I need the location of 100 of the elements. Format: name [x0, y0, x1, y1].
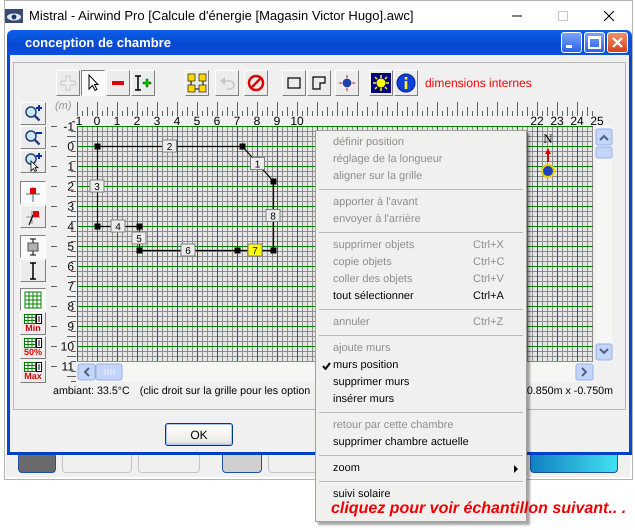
ruler-number: 9 — [67, 320, 74, 334]
ruler-number: 1 — [114, 114, 120, 128]
sun-icon — [371, 73, 391, 93]
wall-label[interactable]: 2 — [162, 140, 177, 153]
zoom-out-button[interactable] — [20, 126, 46, 149]
menu-item[interactable]: tout sélectionner Ctrl+A — [316, 288, 526, 305]
ruler-number: 3 — [154, 114, 160, 128]
shortcut-text: Ctrl+C — [473, 255, 504, 270]
app-icon — [5, 8, 23, 22]
minimize-button[interactable] — [561, 32, 582, 53]
menu-item[interactable]: insérer murs — [316, 391, 526, 408]
ruler-number: 25 — [590, 114, 604, 128]
sun-button[interactable] — [369, 70, 393, 96]
ruler-number: 10 — [290, 114, 304, 128]
compass-icon — [337, 73, 357, 93]
vertical-scrollbar[interactable] — [596, 126, 612, 361]
cursor-position: 0.850m x -0.750m — [526, 385, 613, 397]
hint-text: (clic droit sur la grille pour les option — [140, 385, 310, 397]
corner-handle[interactable] — [270, 248, 276, 254]
grid-icon — [24, 338, 42, 348]
menu-item[interactable]: zoom — [316, 460, 526, 477]
zoom-cursor-icon — [23, 152, 43, 172]
north-arrow-icon — [541, 148, 555, 178]
shortcut-text: Ctrl+X — [473, 238, 504, 253]
corner-handle[interactable] — [136, 224, 142, 230]
zoom-out-icon — [23, 128, 43, 148]
ruler-number: 8 — [254, 114, 260, 128]
remove-button[interactable] — [106, 70, 130, 96]
wall-length-button[interactable] — [20, 259, 46, 282]
info-button[interactable] — [394, 70, 418, 96]
ok-button[interactable]: OK — [165, 423, 233, 446]
wall-label[interactable]: 4 — [110, 220, 126, 233]
promo-link[interactable]: cliquez pour voir échantillon suivant.. . — [331, 500, 626, 517]
pointer-button[interactable] — [81, 70, 105, 96]
ambient-temperature: ambiant: 33.5°C — [53, 385, 130, 397]
grid-size-button[interactable]: Max — [20, 360, 46, 383]
numbering-button[interactable] — [185, 70, 209, 96]
grid-icon — [23, 290, 43, 310]
wall-height-button[interactable] — [20, 235, 46, 258]
wall-label[interactable]: 8 — [266, 209, 280, 222]
window-title: Mistral - Airwind Pro [Calcule d'énergie [Magasin Victor Hugo].awc] — [29, 8, 414, 23]
rectangle-button[interactable] — [282, 70, 306, 96]
wall-label[interactable]: 3 — [90, 180, 104, 193]
unit-label: (m) — [55, 100, 72, 112]
compass-button[interactable] — [335, 70, 359, 96]
maximize-button[interactable] — [584, 32, 605, 53]
ruler-number: 2 — [67, 180, 74, 194]
corner-handle[interactable] — [136, 248, 142, 254]
close-icon — [611, 36, 624, 49]
zoom-in-icon — [23, 104, 43, 124]
corner-handle[interactable] — [270, 178, 276, 184]
menu-item[interactable]: supprimer chambre actuelle — [316, 434, 526, 451]
ruler-number: 11 — [62, 360, 74, 374]
checkmark-icon — [322, 362, 331, 370]
grid-icon — [24, 362, 42, 372]
grid-size-button[interactable]: 50% — [20, 336, 46, 359]
corner-handle[interactable] — [94, 224, 100, 230]
corner-handle[interactable] — [234, 248, 240, 254]
dialog-title: conception de chambre — [25, 35, 171, 50]
pin-angle-button[interactable] — [20, 205, 46, 228]
menu-item[interactable]: murs position — [316, 357, 526, 374]
ruler-number: 10 — [60, 340, 74, 354]
ruler-number: 6 — [67, 260, 74, 274]
wall-label[interactable]: 1 — [250, 157, 265, 170]
zoom-select-button[interactable] — [20, 150, 46, 173]
ruler-number: 0 — [94, 114, 100, 128]
ruler-number: 7 — [234, 114, 240, 128]
shortcut-text: Ctrl+V — [473, 272, 504, 287]
shortcut-text: Ctrl+A — [473, 289, 504, 304]
ruler-number: 22 — [530, 114, 544, 128]
zoom-in-button[interactable] — [20, 102, 46, 125]
grid-icon — [24, 314, 42, 324]
grid-button[interactable] — [20, 288, 46, 311]
shortcut-text: Ctrl+Z — [473, 315, 504, 330]
cancel-button[interactable] — [244, 70, 268, 96]
maximize-icon — [558, 10, 568, 20]
ruler-number: 0 — [67, 140, 74, 154]
ruler-number: 1 — [67, 160, 74, 174]
menu-item[interactable]: supprimer murs — [316, 374, 526, 391]
corner-handle[interactable] — [94, 144, 100, 150]
numbered-boxes-icon — [187, 73, 207, 93]
north-label: N — [543, 131, 553, 146]
ruler-number: 2 — [134, 114, 140, 128]
wall-label[interactable]: 6 — [180, 244, 196, 257]
wall-label[interactable]: 7 — [248, 244, 262, 257]
pin-button[interactable] — [20, 181, 46, 204]
corner-handle[interactable] — [240, 144, 246, 150]
submenu-arrow-icon — [514, 465, 518, 473]
wall-label[interactable]: 5 — [132, 232, 146, 245]
ruler-number: 5 — [67, 240, 74, 254]
l-shape-button[interactable] — [307, 70, 331, 96]
ruler-number: 6 — [214, 114, 220, 128]
ruler-number: 24 — [570, 114, 584, 128]
insert-wall-button[interactable] — [131, 70, 155, 96]
grid-size-button[interactable]: Min — [20, 312, 46, 335]
close-icon — [604, 10, 614, 20]
ruler-number: 3 — [67, 200, 74, 214]
toolbar-label: dimensions internes — [425, 76, 532, 90]
wall-plus-icon — [133, 73, 153, 93]
ruler-number: -1 — [72, 114, 82, 128]
